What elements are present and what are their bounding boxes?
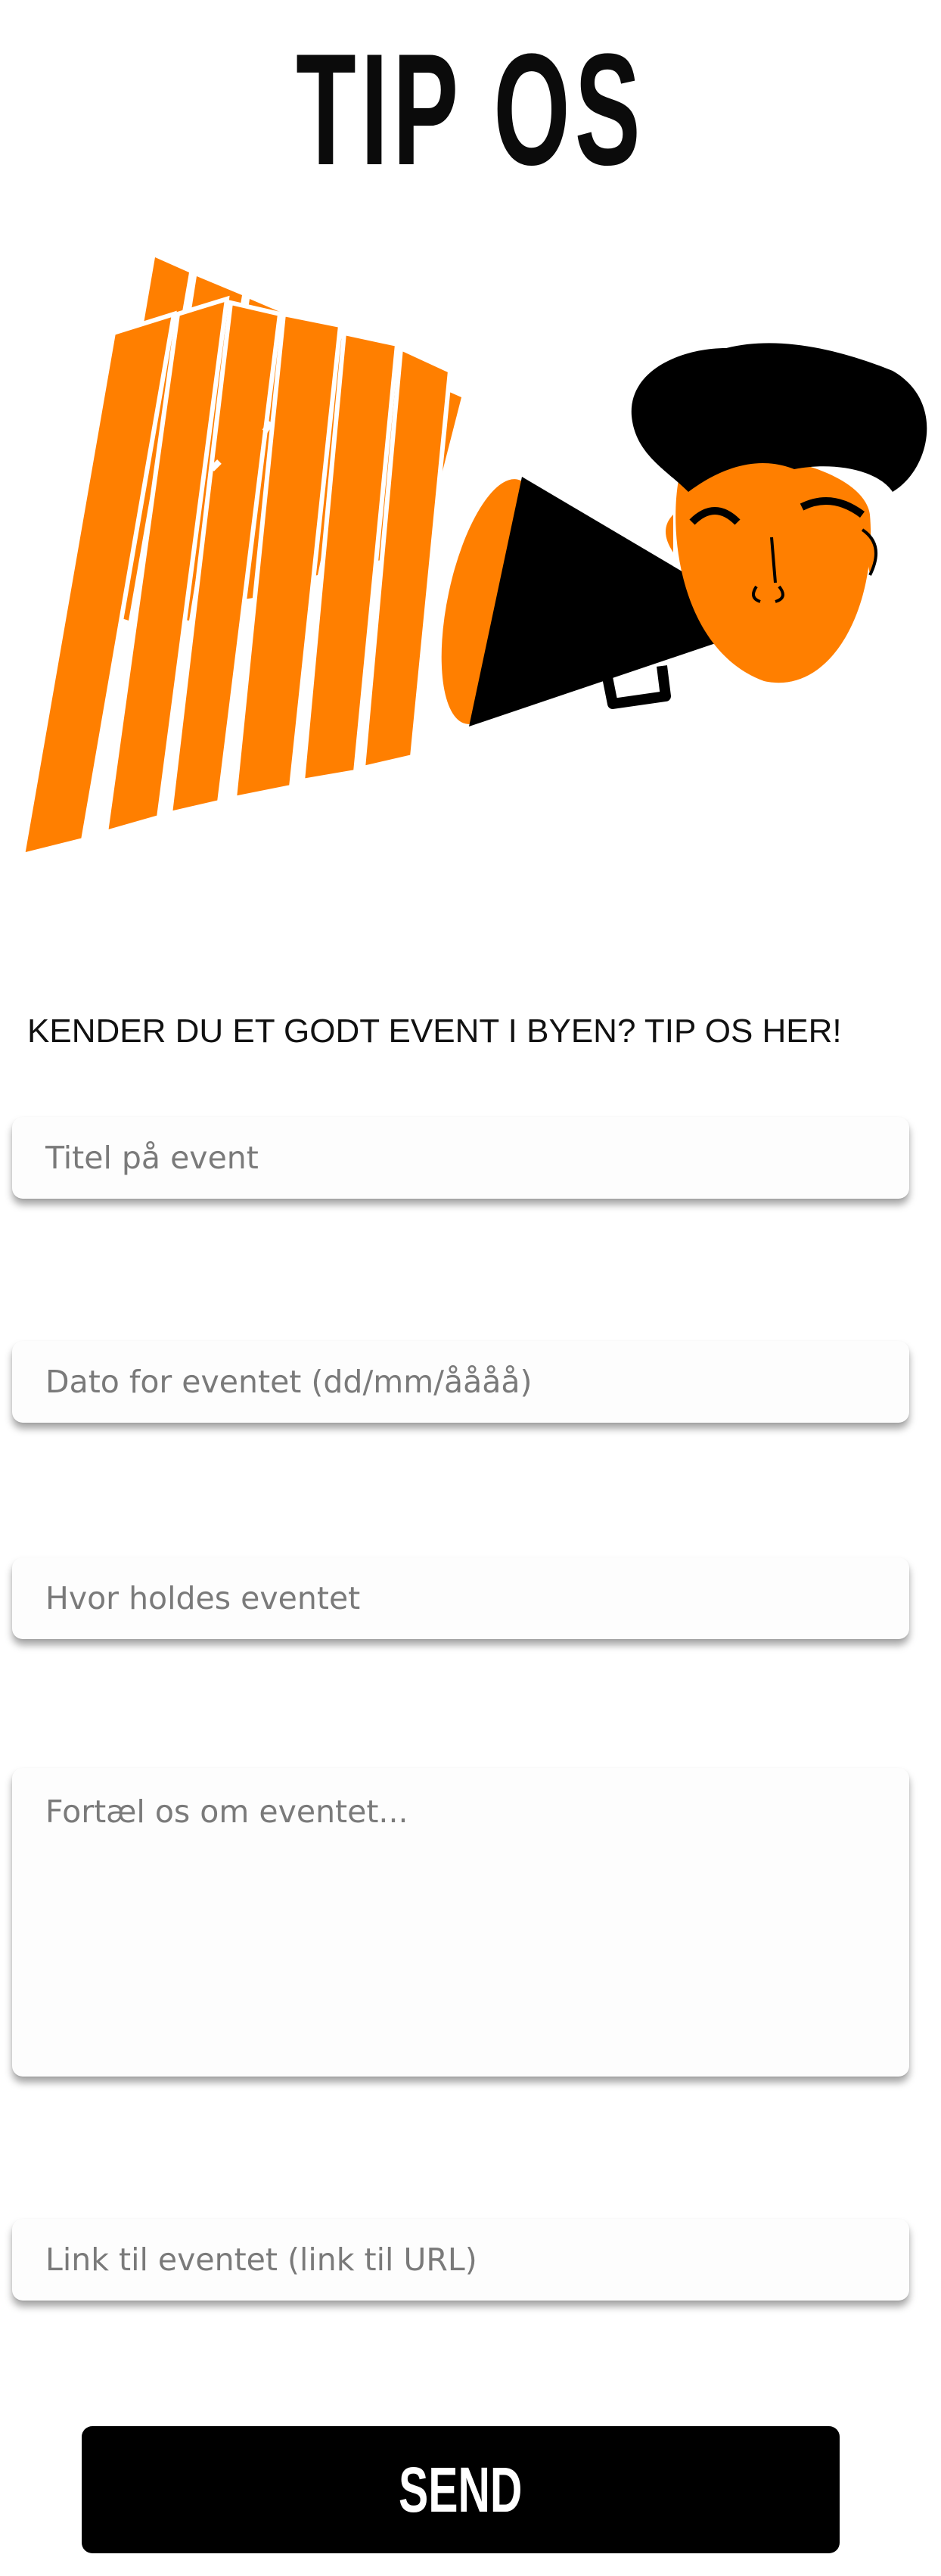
event-description-textarea[interactable] [12, 1768, 909, 2077]
page-title: TIP OS [296, 20, 645, 198]
form-intro-text: KENDER DU ET GODT EVENT I BYEN? TIP OS H… [27, 1013, 842, 1050]
event-title-input[interactable] [12, 1117, 909, 1199]
send-button[interactable]: SEND [82, 2426, 840, 2553]
event-link-input[interactable] [12, 2219, 909, 2301]
hero-illustration [0, 242, 941, 870]
moro-logo-front [20, 295, 453, 859]
event-location-input[interactable] [12, 1557, 909, 1639]
send-button-label: SEND [399, 2453, 523, 2525]
event-date-input[interactable] [12, 1341, 909, 1423]
